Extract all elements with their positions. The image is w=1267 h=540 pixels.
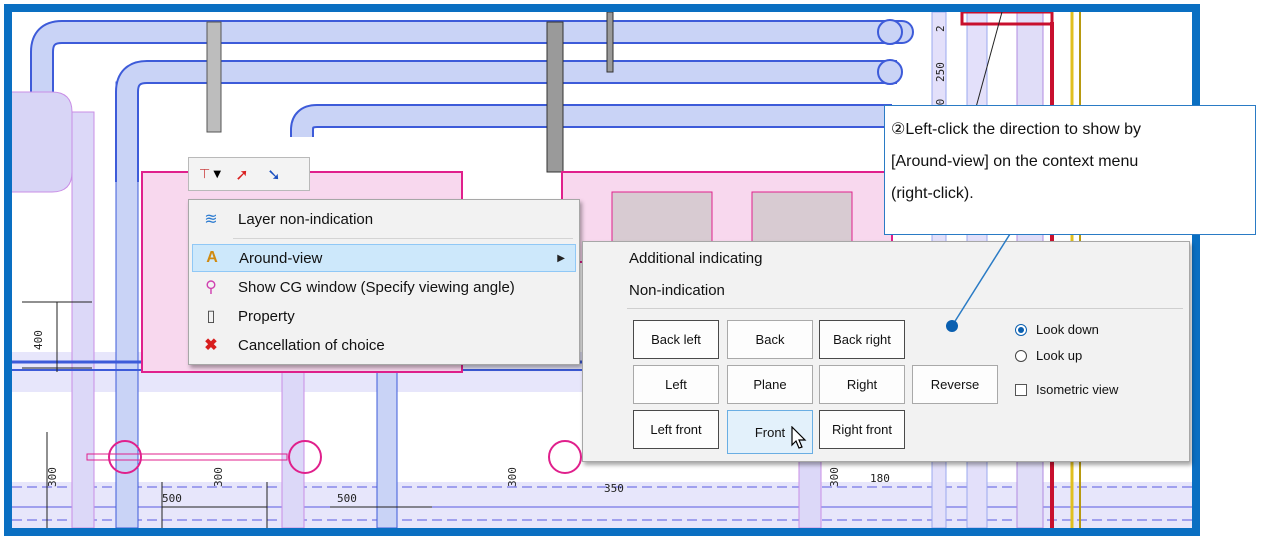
menu-item-show-cg-window[interactable]: ⚲ Show CG window (Specify viewing angle) [192, 273, 576, 301]
dim-2: 2 [934, 25, 947, 32]
red-arrow-icon[interactable]: ➚ [229, 162, 255, 186]
menu-item-label: Cancellation of choice [238, 336, 385, 354]
right-front-button[interactable]: Right front [819, 410, 905, 449]
isometric-view-option[interactable]: Isometric view [1015, 382, 1118, 397]
menu-item-label: Layer non-indication [238, 210, 374, 228]
menu-item-property[interactable]: ▯ Property [192, 302, 576, 330]
around-view-submenu: Additional indicating Non-indication Bac… [582, 241, 1190, 462]
layer-dropdown-icon[interactable]: ⊤ ▼ [197, 162, 223, 186]
submenu-non-indication[interactable]: Non-indication [629, 282, 725, 299]
menu-item-label: Show CG window (Specify viewing angle) [238, 278, 515, 296]
callout-line-2: [Around-view] on the context menu [891, 153, 1139, 170]
reverse-button[interactable]: Reverse [912, 365, 998, 404]
left-front-button[interactable]: Left front [633, 410, 719, 449]
callout-dot [946, 320, 958, 332]
menu-separator [233, 238, 573, 239]
dim-250: 250 [934, 62, 947, 82]
mouse-cursor-icon [791, 426, 807, 449]
layer-icon: ≋ [204, 211, 218, 228]
plane-button[interactable]: Plane [727, 365, 813, 404]
right-button[interactable]: Right [819, 365, 905, 404]
dim-500-left: 500 [162, 492, 182, 505]
look-up-radio[interactable] [1015, 349, 1027, 362]
callout-line-1: ②Left-click the direction to show by [891, 121, 1142, 138]
context-menu: ≋ Layer non-indication A Around-view ▶ ⚲… [188, 199, 580, 365]
look-down-option[interactable]: Look down [1015, 322, 1099, 337]
back-right-button[interactable]: Back right [819, 320, 905, 359]
menu-item-around-view[interactable]: A Around-view ▶ [192, 244, 576, 272]
submenu-arrow-icon: ▶ [557, 252, 565, 264]
look-down-radio[interactable] [1015, 323, 1027, 336]
submenu-separator [627, 308, 1183, 309]
property-icon: ▯ [206, 308, 216, 325]
menu-item-cancellation[interactable]: ✖ Cancellation of choice [192, 331, 576, 359]
dim-300-a: 300 [46, 467, 59, 487]
front-button[interactable]: Front [727, 410, 813, 454]
callout-line-3: (right-click). [891, 185, 974, 202]
red-x-icon: ✖ [204, 337, 218, 354]
left-button[interactable]: Left [633, 365, 719, 404]
dim-300-b: 300 [212, 467, 225, 487]
back-left-button[interactable]: Back left [633, 320, 719, 359]
cg-window-icon: ⚲ [205, 279, 217, 296]
submenu-additional-indicating[interactable]: Additional indicating [629, 250, 762, 267]
mini-toolbar: ⊤ ▼ ➚ ➘ [188, 157, 310, 191]
isometric-view-checkbox[interactable] [1015, 383, 1027, 396]
front-button-label: Front [754, 424, 786, 440]
blue-arrow-icon[interactable]: ➘ [261, 162, 287, 186]
dim-180: 180 [870, 472, 890, 485]
look-up-label: Look up [1036, 348, 1083, 363]
look-down-label: Look down [1036, 322, 1099, 337]
dim-350: 350 [604, 482, 624, 495]
back-button[interactable]: Back [727, 320, 813, 359]
dim-500-right: 500 [337, 492, 357, 505]
menu-item-label: Around-view [239, 249, 323, 267]
isometric-view-label: Isometric view [1036, 382, 1119, 397]
dim-300-d: 300 [828, 467, 841, 487]
instruction-callout: ②Left-click the direction to show by [Ar… [884, 105, 1256, 235]
dim-400: 400 [32, 330, 45, 350]
menu-item-label: Property [238, 307, 295, 325]
look-up-option[interactable]: Look up [1015, 348, 1082, 363]
menu-item-layer-non-indication[interactable]: ≋ Layer non-indication [192, 205, 576, 233]
around-view-icon: A [206, 249, 218, 266]
dim-300-c: 300 [506, 467, 519, 487]
